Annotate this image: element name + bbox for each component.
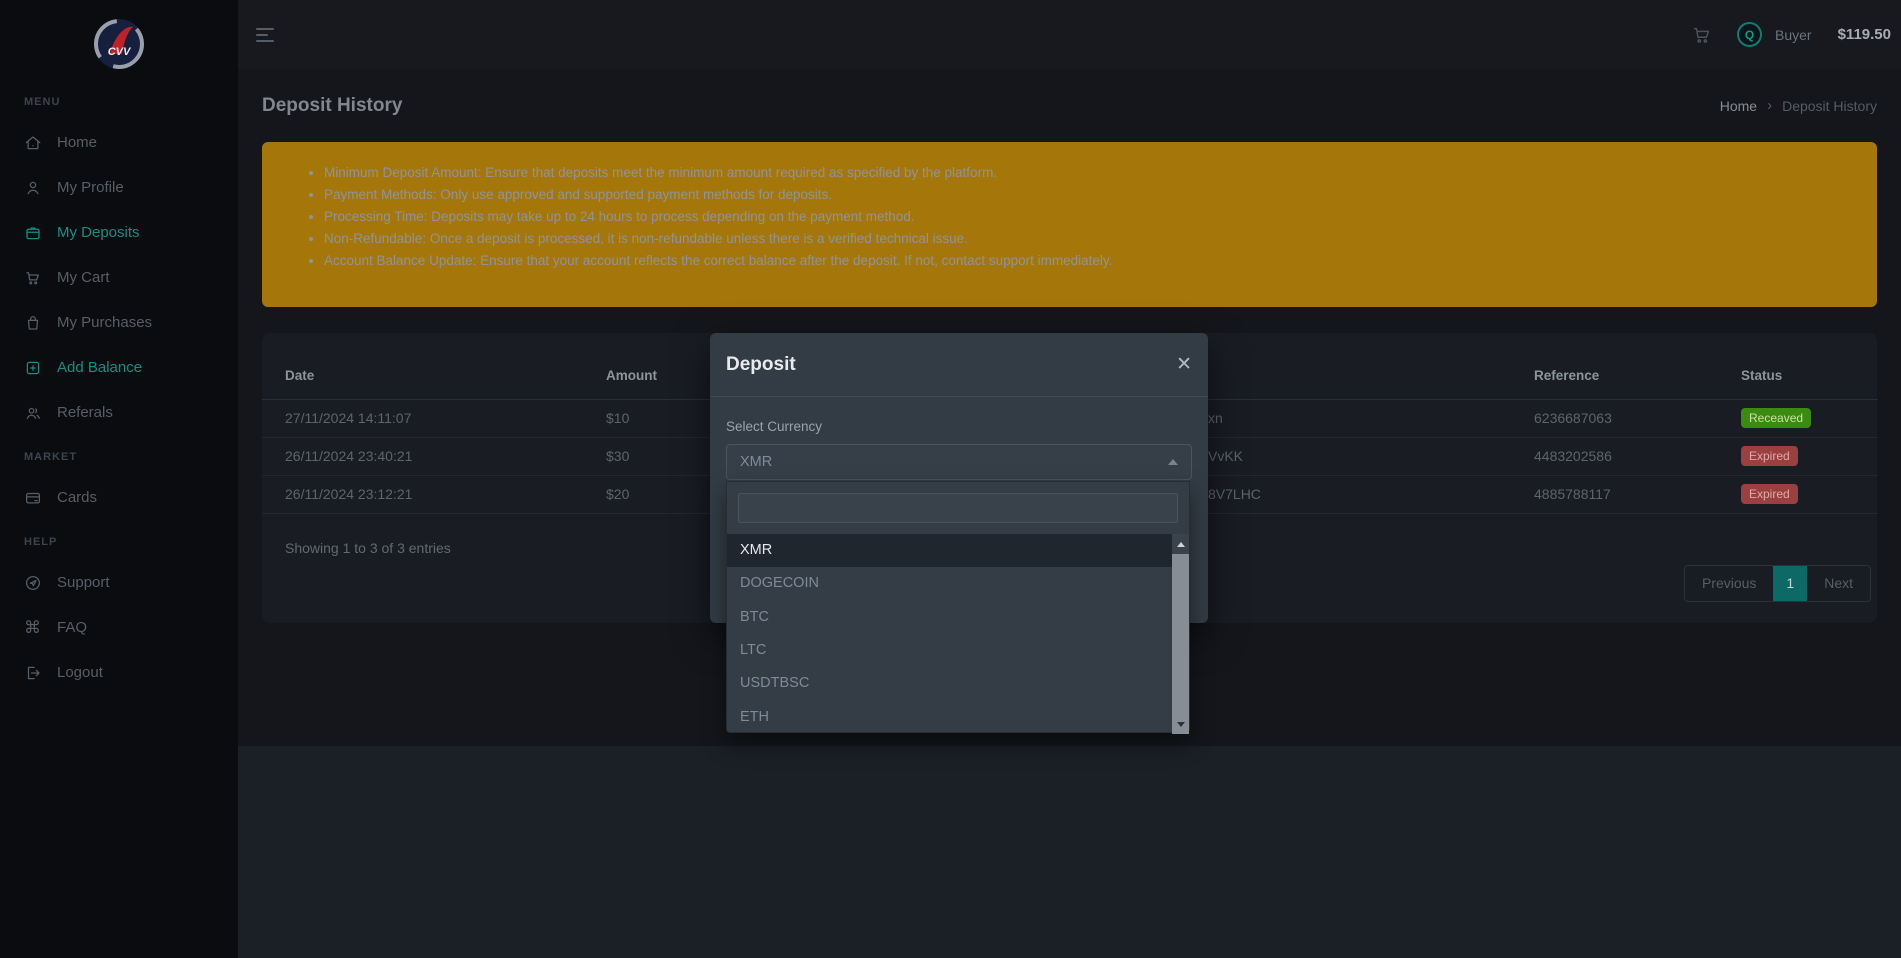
scroll-up-icon[interactable] <box>1172 534 1189 554</box>
chevron-right-icon: › <box>1767 97 1773 114</box>
cart-icon[interactable] <box>1691 24 1713 46</box>
footer-strip <box>238 746 1901 958</box>
select-currency-label: Select Currency <box>726 419 823 434</box>
currency-option-xmr[interactable]: XMR <box>727 534 1172 568</box>
logout-icon <box>24 664 42 682</box>
sidebar-item-referals[interactable]: Referals <box>0 390 238 435</box>
cell-date: 27/11/2024 14:11:07 <box>262 399 606 438</box>
pagination: Previous 1 Next <box>1683 565 1871 602</box>
currency-option-usdtbsc[interactable]: USDTBSC <box>727 667 1172 700</box>
sidebar-item-label: Support <box>57 574 110 591</box>
account-balance: $119.50 <box>1837 26 1891 43</box>
app-logo[interactable]: CVV <box>0 0 238 80</box>
user-role-label: Buyer <box>1775 26 1812 43</box>
deposit-rules-notice: Minimum Deposit Amount: Ensure that depo… <box>262 142 1877 307</box>
cell-address: 8V7LHC <box>1208 475 1534 514</box>
sidebar-item-my-purchases[interactable]: My Purchases <box>0 300 238 345</box>
currency-option-eth[interactable]: ETH <box>727 701 1172 734</box>
notice-item: Minimum Deposit Amount: Ensure that depo… <box>324 162 1847 184</box>
plus-square-icon <box>24 359 42 377</box>
sidebar: CVV MENU Home My Profile My Deposits My … <box>0 0 238 958</box>
sidebar-section-menu: MENU <box>24 96 61 108</box>
pagination-next-button[interactable]: Next <box>1807 566 1870 601</box>
send-icon <box>24 574 42 592</box>
sidebar-item-my-deposits[interactable]: My Deposits <box>0 210 238 255</box>
sidebar-item-my-profile[interactable]: My Profile <box>0 165 238 210</box>
scrollbar-thumb[interactable] <box>1172 554 1189 714</box>
sidebar-item-support[interactable]: Support <box>0 560 238 605</box>
sidebar-item-home[interactable]: Home <box>0 120 238 165</box>
sidebar-item-label: FAQ <box>57 619 88 636</box>
modal-title: Deposit <box>726 353 796 375</box>
pagination-previous-button[interactable]: Previous <box>1685 566 1773 601</box>
currency-option-list: XMR DOGECOIN BTC LTC USDTBSC ETH <box>727 534 1189 734</box>
sidebar-item-label: Cards <box>57 489 98 506</box>
sidebar-item-label: Add Balance <box>57 359 143 376</box>
status-badge: Expired <box>1741 446 1798 466</box>
cell-reference: 4483202586 <box>1534 437 1741 476</box>
cell-date: 26/11/2024 23:12:21 <box>262 475 606 514</box>
bag-icon <box>24 314 42 332</box>
credit-card-icon <box>24 489 42 507</box>
sidebar-item-label: My Purchases <box>57 314 153 331</box>
pagination-page-1-button[interactable]: 1 <box>1773 566 1808 601</box>
hamburger-menu-icon[interactable] <box>256 24 274 46</box>
cart-icon <box>24 269 42 287</box>
users-icon <box>24 404 42 422</box>
currency-dropdown: XMR DOGECOIN BTC LTC USDTBSC ETH <box>726 481 1190 734</box>
notice-item: Payment Methods: Only use approved and s… <box>324 184 1847 206</box>
chevron-up-icon <box>1168 459 1178 465</box>
breadcrumb: Home › Deposit History <box>1720 97 1877 114</box>
sidebar-section-market: MARKET <box>24 451 78 463</box>
topbar: Q Buyer $119.50 <box>238 0 1901 69</box>
logo-icon: CVV <box>94 19 144 69</box>
notice-item: Non-Refundable: Once a deposit is proces… <box>324 228 1847 250</box>
sidebar-item-label: My Profile <box>57 179 124 196</box>
user-icon <box>24 179 42 197</box>
column-header-date: Date <box>262 333 606 400</box>
sidebar-item-label: Home <box>57 134 98 151</box>
sidebar-section-help: HELP <box>24 536 58 548</box>
sidebar-item-label: Logout <box>57 664 103 681</box>
selected-currency-value: XMR <box>740 454 773 470</box>
close-icon[interactable]: ✕ <box>1176 355 1192 374</box>
scroll-down-icon[interactable] <box>1172 714 1189 734</box>
sidebar-item-label: My Cart <box>57 269 110 286</box>
sidebar-item-my-cart[interactable]: My Cart <box>0 255 238 300</box>
svg-text:CVV: CVV <box>108 46 132 58</box>
currency-search-input[interactable] <box>738 493 1178 523</box>
column-header-address <box>1208 333 1534 400</box>
sidebar-item-label: Referals <box>57 404 113 421</box>
currency-select[interactable]: XMR <box>726 444 1192 480</box>
dropdown-scrollbar[interactable] <box>1172 534 1189 734</box>
sidebar-item-faq[interactable]: ⌘ FAQ <box>0 605 238 650</box>
cell-reference: 4885788117 <box>1534 475 1741 514</box>
breadcrumb-home-link[interactable]: Home <box>1720 98 1757 114</box>
cell-address: VvKK <box>1208 437 1534 476</box>
command-icon: ⌘ <box>24 617 41 638</box>
currency-option-btc[interactable]: BTC <box>727 601 1172 634</box>
sidebar-item-label: My Deposits <box>57 224 140 241</box>
breadcrumb-current: Deposit History <box>1782 97 1877 114</box>
wallet-icon <box>24 224 42 242</box>
sidebar-item-cards[interactable]: Cards <box>0 475 238 520</box>
column-header-reference: Reference <box>1534 333 1741 400</box>
cell-date: 26/11/2024 23:40:21 <box>262 437 606 476</box>
sidebar-item-add-balance[interactable]: Add Balance <box>0 345 238 390</box>
notice-item: Account Balance Update: Ensure that your… <box>324 250 1847 272</box>
sidebar-item-logout[interactable]: Logout <box>0 650 238 695</box>
status-badge: Receaved <box>1741 408 1812 428</box>
home-icon <box>24 134 42 152</box>
currency-option-ltc[interactable]: LTC <box>727 634 1172 667</box>
status-badge: Expired <box>1741 484 1798 504</box>
cell-address: xn <box>1208 399 1534 438</box>
page-title: Deposit History <box>262 94 403 116</box>
cell-reference: 6236687063 <box>1534 399 1741 438</box>
column-header-status: Status <box>1741 333 1878 400</box>
avatar[interactable]: Q <box>1737 22 1763 47</box>
currency-option-dogecoin[interactable]: DOGECOIN <box>727 567 1172 600</box>
notice-item: Processing Time: Deposits may take up to… <box>324 206 1847 228</box>
